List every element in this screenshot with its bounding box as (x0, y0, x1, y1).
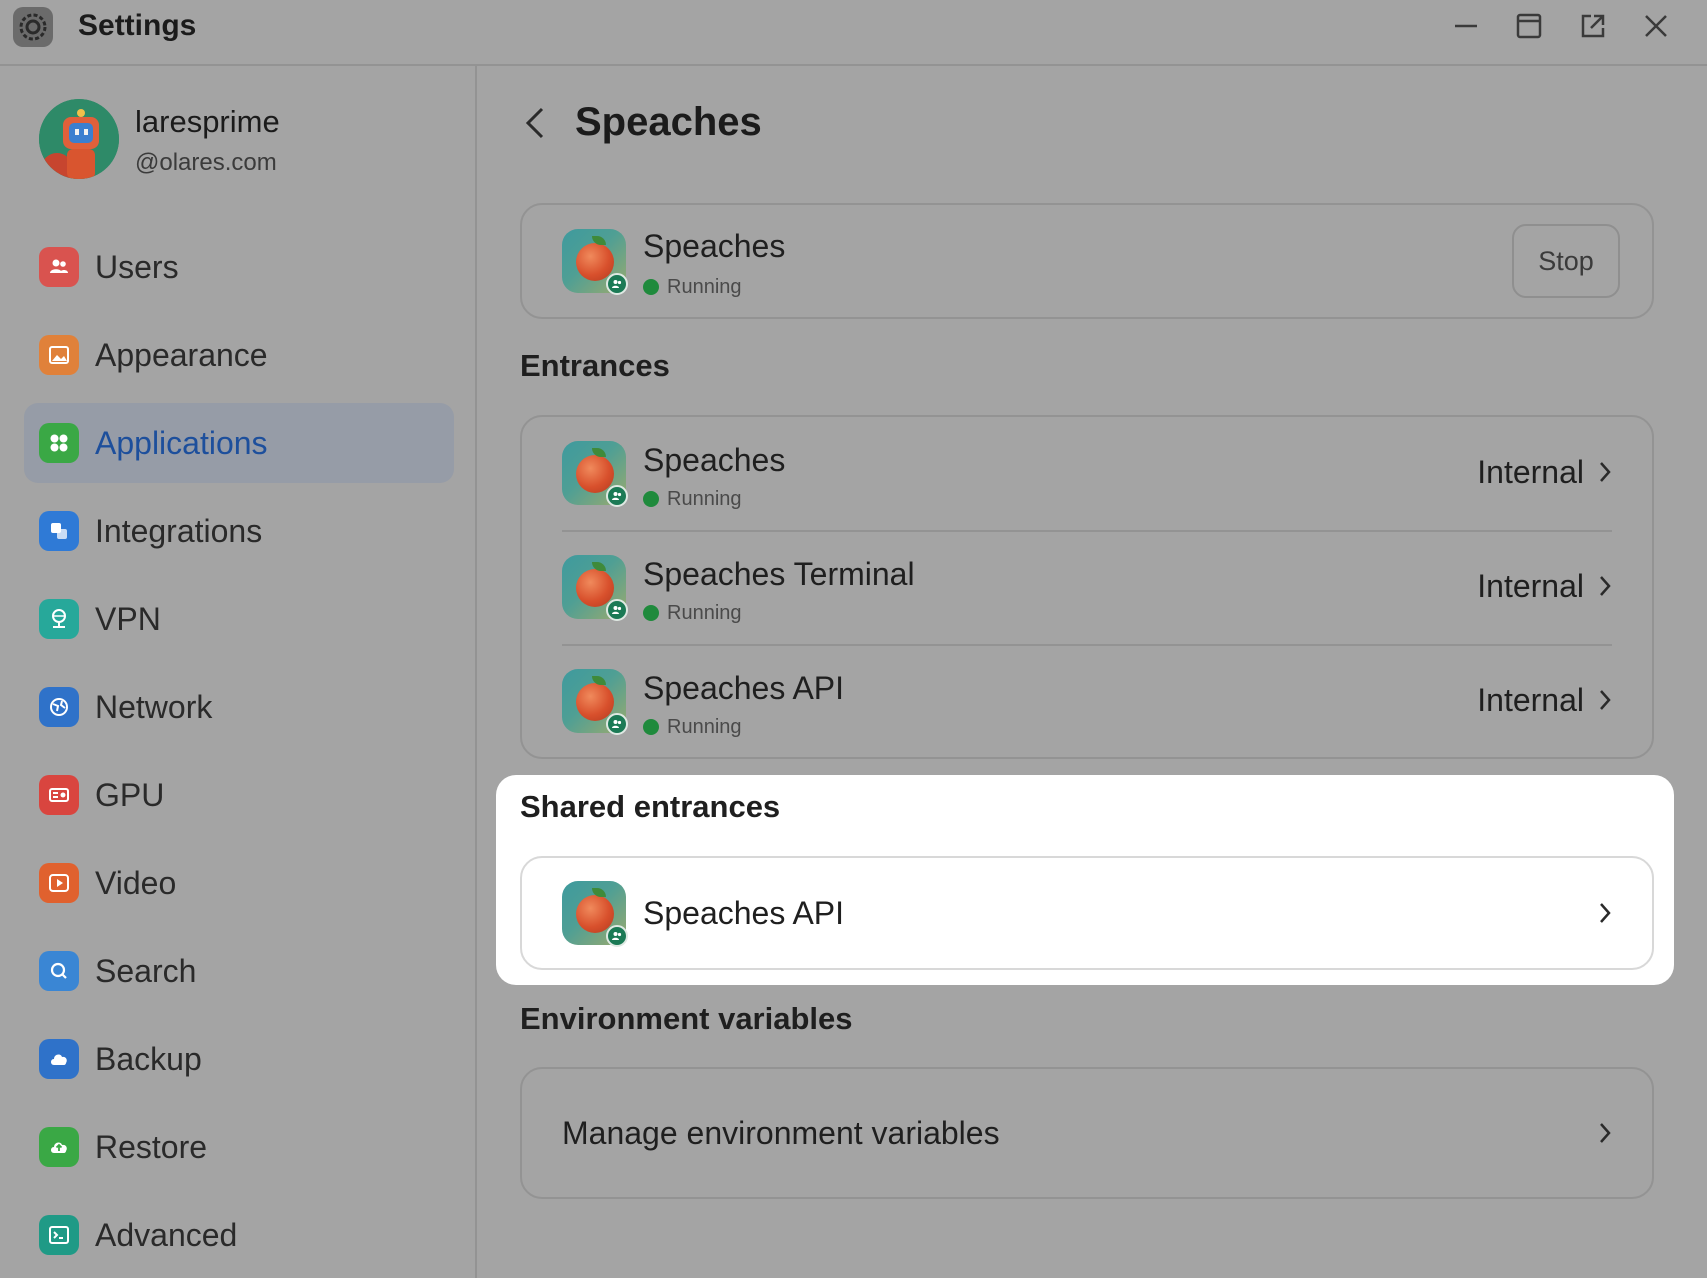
network-icon (39, 687, 79, 727)
sidebar-item-label: Network (95, 689, 213, 725)
environment-heading: Environment variables (520, 1001, 853, 1036)
entrance-status: Running (643, 601, 742, 625)
sidebar-item-search[interactable]: Search (24, 931, 454, 1011)
maximize-icon[interactable] (1507, 6, 1551, 46)
sidebar-item-label: GPU (95, 777, 165, 813)
stop-button[interactable]: Stop (1512, 224, 1620, 298)
user-name: laresprime (135, 104, 280, 139)
integrations-icon (39, 511, 79, 551)
sidebar-item-backup[interactable]: Backup (24, 1019, 454, 1099)
sidebar-item-applications[interactable]: Applications (24, 403, 454, 483)
sidebar-item-label: Users (95, 249, 179, 285)
entrances-card: Speaches Running Internal Speaches Termi… (520, 415, 1654, 759)
popout-icon[interactable] (1571, 6, 1615, 46)
sidebar-item-label: Restore (95, 1129, 208, 1165)
gpu-icon (39, 775, 79, 815)
apps-icon (39, 423, 79, 463)
entrance-name: Speaches API (643, 670, 845, 706)
gear-icon (13, 7, 53, 47)
terminal-icon (39, 1215, 79, 1255)
manage-env-label: Manage environment variables (562, 1115, 1000, 1151)
title-bar: Settings (0, 0, 1707, 66)
close-icon[interactable] (1634, 6, 1678, 46)
status-text: Running (667, 602, 742, 624)
chevron-right-icon (1596, 899, 1614, 927)
entrance-row[interactable]: Speaches Terminal Running Internal (522, 531, 1652, 645)
entrance-status: Running (643, 487, 742, 511)
entrance-access: Internal (1477, 454, 1584, 490)
sidebar-item-appearance[interactable]: Appearance (24, 315, 454, 395)
shared-badge-icon (606, 599, 628, 621)
sidebar-item-gpu[interactable]: GPU (24, 755, 454, 835)
page-title: Speaches (575, 100, 762, 144)
app-icon (562, 229, 628, 295)
app-status: Running (643, 275, 742, 299)
user-domain: @olares.com (135, 149, 277, 176)
sidebar-item-users[interactable]: Users (24, 227, 454, 307)
shared-entrance-name: Speaches API (643, 895, 845, 931)
shared-entrances-section: Shared entrances Speaches API (496, 775, 1674, 985)
shared-entrance-row[interactable]: Speaches API (520, 856, 1654, 970)
minimize-icon[interactable] (1444, 6, 1488, 46)
status-text: Running (667, 716, 742, 738)
shared-entrances-heading: Shared entrances (520, 789, 781, 824)
sidebar-item-integrations[interactable]: Integrations (24, 491, 454, 571)
sidebar-item-network[interactable]: Network (24, 667, 454, 747)
status-dot-icon (643, 491, 659, 507)
entrance-access: Internal (1477, 682, 1584, 718)
status-dot-icon (643, 279, 659, 295)
chevron-right-icon (1596, 458, 1614, 486)
chevron-right-icon (1596, 572, 1614, 600)
entrance-name: Speaches Terminal (643, 556, 915, 592)
status-text: Running (667, 276, 742, 298)
status-dot-icon (643, 719, 659, 735)
entrance-access: Internal (1477, 568, 1584, 604)
manage-env-row[interactable]: Manage environment variables (520, 1067, 1654, 1199)
shared-badge-icon (606, 273, 628, 295)
sidebar-item-label: VPN (95, 601, 161, 637)
chevron-right-icon (1596, 686, 1614, 714)
sidebar-item-advanced[interactable]: Advanced (24, 1195, 454, 1275)
sidebar-item-label: Applications (95, 425, 268, 461)
restore-icon (39, 1127, 79, 1167)
app-icon (562, 881, 628, 947)
sidebar-item-vpn[interactable]: VPN (24, 579, 454, 659)
app-icon (562, 555, 628, 621)
shared-badge-icon (606, 713, 628, 735)
avatar[interactable] (39, 99, 119, 179)
status-dot-icon (643, 605, 659, 621)
sidebar-item-label: Video (95, 865, 177, 901)
entrances-heading: Entrances (520, 348, 670, 383)
entrance-status: Running (643, 715, 742, 739)
shared-badge-icon (606, 485, 628, 507)
entrance-row[interactable]: Speaches API Running Internal (522, 645, 1652, 759)
sidebar-item-label: Backup (95, 1041, 202, 1077)
sidebar-item-label: Search (95, 953, 197, 989)
sidebar-item-label: Advanced (95, 1217, 238, 1253)
chevron-right-icon (1596, 1119, 1614, 1147)
cloud-icon (39, 1039, 79, 1079)
sidebar-item-label: Integrations (95, 513, 263, 549)
app-name: Speaches (643, 228, 786, 264)
entrance-row[interactable]: Speaches Running Internal (522, 417, 1652, 531)
app-icon (562, 669, 628, 735)
sidebar-item-video[interactable]: Video (24, 843, 454, 923)
vpn-icon (39, 599, 79, 639)
window-title: Settings (78, 9, 197, 42)
sidebar: laresprime @olares.com Users Appearance … (0, 66, 477, 1278)
search-icon (39, 951, 79, 991)
video-icon (39, 863, 79, 903)
status-text: Running (667, 488, 742, 510)
entrance-name: Speaches (643, 442, 786, 478)
users-icon (39, 247, 79, 287)
image-icon (39, 335, 79, 375)
shared-badge-icon (606, 925, 628, 947)
app-icon (562, 441, 628, 507)
sidebar-item-restore[interactable]: Restore (24, 1107, 454, 1187)
back-button[interactable] (520, 100, 550, 145)
sidebar-item-label: Appearance (95, 337, 268, 373)
app-status-card: Speaches Running Stop (520, 203, 1654, 319)
